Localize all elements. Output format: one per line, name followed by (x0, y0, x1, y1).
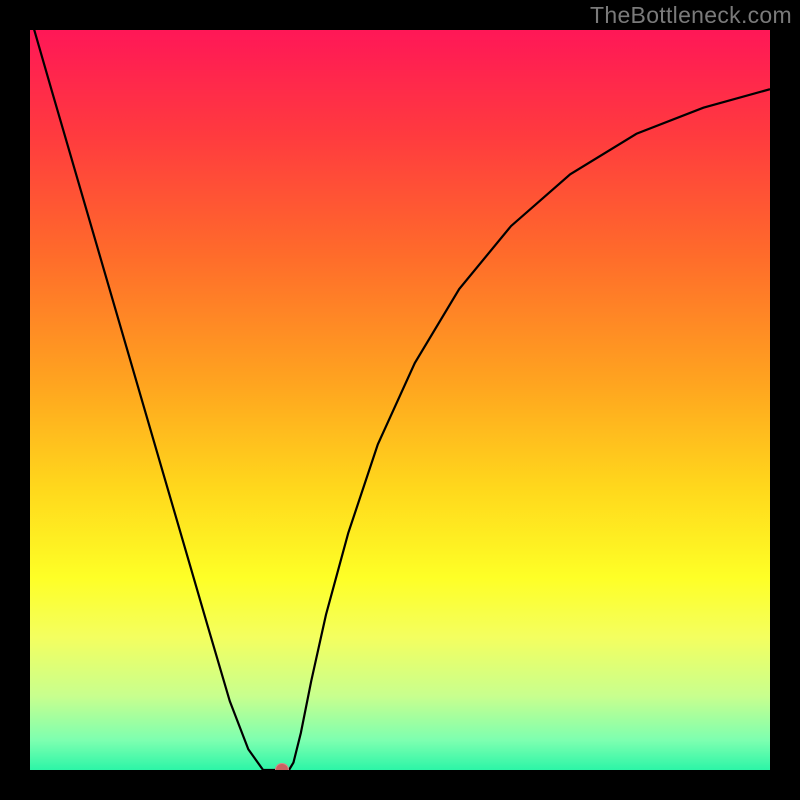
curve-layer (30, 30, 770, 770)
watermark-text: TheBottleneck.com (590, 2, 792, 29)
chart-frame: TheBottleneck.com (0, 0, 800, 800)
plot-area (30, 30, 770, 770)
optimum-marker (275, 763, 289, 770)
bottleneck-curve-path (30, 30, 770, 770)
